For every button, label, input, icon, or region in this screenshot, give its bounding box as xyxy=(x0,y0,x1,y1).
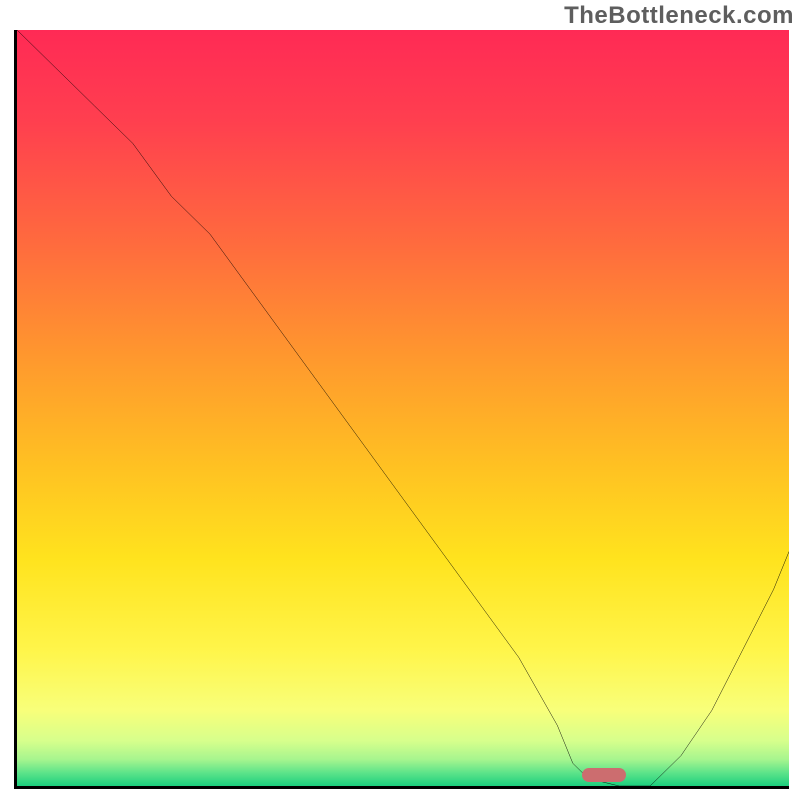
plot-area xyxy=(14,30,789,789)
bottleneck-marker xyxy=(582,768,626,782)
background-gradient xyxy=(17,30,789,786)
chart-container: TheBottleneck.com xyxy=(0,0,800,800)
watermark-text: TheBottleneck.com xyxy=(564,2,794,30)
